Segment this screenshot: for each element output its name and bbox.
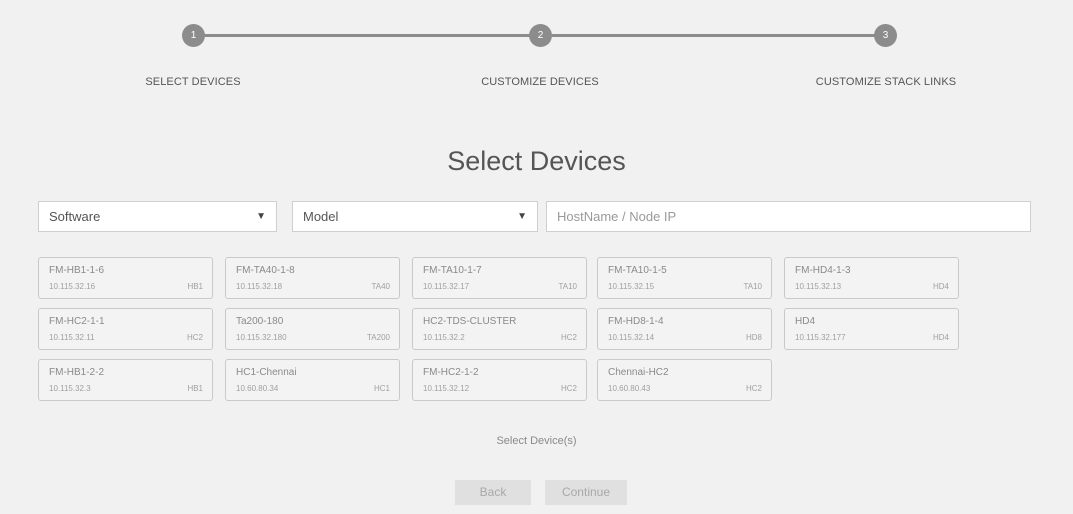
- device-model: HC2: [186, 333, 203, 342]
- step-connector: [552, 34, 875, 37]
- device-model: TA200: [367, 333, 390, 342]
- selection-hint: Select Device(s): [496, 435, 577, 447]
- device-ip: 10.60.80.43: [608, 384, 651, 393]
- hostname-search-input[interactable]: [546, 201, 1031, 232]
- back-button[interactable]: Back: [455, 480, 531, 505]
- device-ip: 10.115.32.3: [49, 384, 91, 393]
- device-card[interactable]: FM-HC2-1-1 10.115.32.11 HC2: [38, 308, 213, 350]
- device-ip: 10.115.32.17: [423, 282, 470, 291]
- device-card[interactable]: FM-HD4-1-3 10.115.32.13 HD4: [784, 257, 959, 299]
- device-model: HD8: [745, 333, 762, 342]
- device-model: TA40: [371, 282, 390, 291]
- device-model: HB1: [187, 384, 203, 393]
- device-card[interactable]: HC2-TDS-CLUSTER 10.115.32.2 HC2: [412, 308, 587, 350]
- device-model: HC2: [560, 333, 577, 342]
- device-name: FM-HB1-2-2: [49, 367, 105, 378]
- software-select[interactable]: Software ▼: [38, 201, 277, 232]
- device-model: TA10: [743, 282, 762, 291]
- continue-button[interactable]: Continue: [545, 480, 627, 505]
- device-name: FM-HB1-1-6: [49, 265, 105, 276]
- device-ip: 10.115.32.177: [795, 333, 846, 342]
- device-name: HC1-Chennai: [236, 367, 297, 378]
- device-name: Ta200-180: [236, 316, 284, 327]
- device-ip: 10.115.32.14: [608, 333, 655, 342]
- device-model: HD4: [932, 282, 949, 291]
- device-card[interactable]: FM-HD8-1-4 10.115.32.14 HD8: [597, 308, 772, 350]
- device-ip: 10.115.32.11: [49, 333, 95, 342]
- device-card[interactable]: HC1-Chennai 10.60.80.34 HC1: [225, 359, 400, 401]
- device-ip: 10.115.32.12: [423, 384, 470, 393]
- device-name: FM-HC2-1-2: [423, 367, 479, 378]
- device-ip: 10.60.80.34: [236, 384, 279, 393]
- step-2-label: CUSTOMIZE DEVICES: [481, 76, 599, 88]
- model-select-value: Model: [303, 209, 339, 224]
- step-connector: [204, 34, 530, 37]
- device-card[interactable]: FM-HB1-1-6 10.115.32.16 HB1: [38, 257, 213, 299]
- triangle-down-icon: ▼: [256, 211, 266, 222]
- device-ip: 10.115.32.13: [795, 282, 842, 291]
- device-card[interactable]: FM-TA10-1-7 10.115.32.17 TA10: [412, 257, 587, 299]
- wizard-stepper: 1 2 3 SELECT DEVICES CUSTOMIZE DEVICES C…: [0, 0, 1073, 110]
- device-name: HC2-TDS-CLUSTER: [423, 316, 517, 327]
- device-card[interactable]: FM-TA10-1-5 10.115.32.15 TA10: [597, 257, 772, 299]
- page-title: Select Devices: [447, 146, 626, 176]
- device-model: HC2: [560, 384, 577, 393]
- device-card[interactable]: Chennai-HC2 10.60.80.43 HC2: [597, 359, 772, 401]
- device-card[interactable]: HD4 10.115.32.177 HD4: [784, 308, 959, 350]
- step-3-indicator[interactable]: 3: [874, 24, 897, 47]
- device-card[interactable]: FM-HC2-1-2 10.115.32.12 HC2: [412, 359, 587, 401]
- device-card[interactable]: FM-HB1-2-2 10.115.32.3 HB1: [38, 359, 213, 401]
- device-name: Chennai-HC2: [608, 367, 669, 378]
- device-name: HD4: [795, 316, 816, 327]
- step-1-label: SELECT DEVICES: [145, 76, 241, 88]
- device-model: HD4: [932, 333, 949, 342]
- device-card[interactable]: Ta200-180 10.115.32.180 TA200: [225, 308, 400, 350]
- device-model: HC2: [745, 384, 762, 393]
- device-name: FM-TA10-1-5: [608, 265, 667, 276]
- device-ip: 10.115.32.18: [236, 282, 283, 291]
- device-ip: 10.115.32.180: [236, 333, 287, 342]
- device-card[interactable]: FM-TA40-1-8 10.115.32.18 TA40: [225, 257, 400, 299]
- step-3-label: CUSTOMIZE STACK LINKS: [815, 76, 957, 88]
- device-model: HB1: [187, 282, 203, 291]
- device-name: FM-HD4-1-3: [795, 265, 851, 276]
- step-1-indicator[interactable]: 1: [182, 24, 205, 47]
- device-ip: 10.115.32.15: [608, 282, 655, 291]
- device-ip: 10.115.32.16: [49, 282, 96, 291]
- triangle-down-icon: ▼: [517, 211, 527, 222]
- device-model: HC1: [373, 384, 390, 393]
- device-model: TA10: [558, 282, 577, 291]
- model-select[interactable]: Model ▼: [292, 201, 538, 232]
- software-select-value: Software: [49, 209, 101, 224]
- device-name: FM-HC2-1-1: [49, 316, 105, 327]
- device-name: FM-TA10-1-7: [423, 265, 482, 276]
- step-2-indicator[interactable]: 2: [529, 24, 552, 47]
- device-name: FM-HD8-1-4: [608, 316, 664, 327]
- device-ip: 10.115.32.2: [423, 333, 465, 342]
- device-name: FM-TA40-1-8: [236, 265, 295, 276]
